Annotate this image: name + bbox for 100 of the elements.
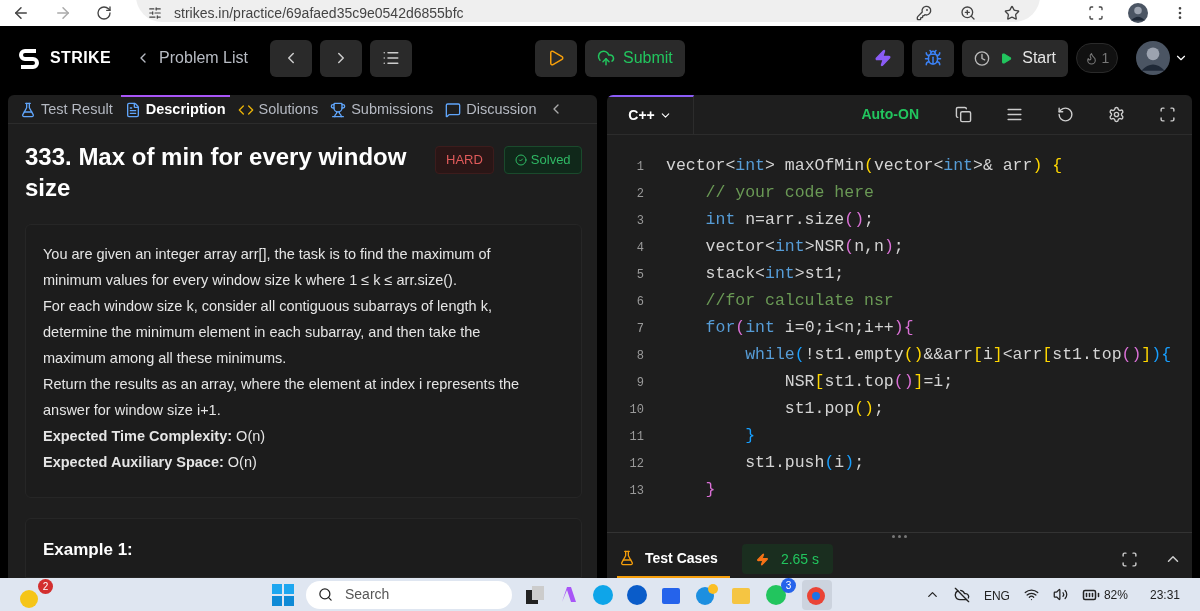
start-icon[interactable] [272, 583, 294, 606]
description-text: Return the results as an array, where the element at index i represents the answer for window size i+1. [43, 375, 521, 420]
chrome-icon[interactable] [802, 579, 832, 610]
complexity-value: O(n) [227, 453, 257, 472]
site-settings-icon [148, 6, 162, 20]
search-icon [318, 587, 333, 602]
difficulty-tag: HARD [435, 146, 494, 174]
tab-icon [124, 102, 141, 118]
line-number: 8 [635, 347, 645, 365]
description-text: You are given an integer array arr[], the task is to find the maximum of minimum values for every window size k where 1 ≤ k ≤ arr.size(). [43, 245, 492, 290]
flask-icon [619, 550, 635, 566]
task-view-icon[interactable] [524, 583, 546, 606]
copy-icon[interactable] [955, 106, 972, 123]
logo-icon [18, 47, 40, 69]
flame-icon [1084, 51, 1098, 65]
problem-title: 333. Max of min for every window size [25, 142, 408, 203]
code-line: stack<int>st1; [704, 263, 845, 286]
ai-button[interactable] [862, 39, 904, 77]
settings-icon[interactable] [1108, 106, 1125, 123]
lightning-icon [874, 49, 892, 67]
volume-icon [1052, 587, 1068, 602]
bug-icon [924, 49, 942, 67]
runtime-badge: 2.65 s [741, 544, 834, 574]
back-icon[interactable] [12, 4, 30, 22]
list-button[interactable] [370, 39, 412, 77]
complexity-label: Expected Time Complexity: [43, 427, 233, 446]
solved-tag: Solved [503, 146, 582, 174]
code-line: NSR[st1.top()]=i; [783, 371, 954, 394]
line-number: 1 [635, 158, 645, 176]
problem-list-link[interactable]: Problem List [135, 46, 248, 70]
autocomplete-toggle[interactable]: Auto-ON [861, 104, 919, 125]
reset-icon[interactable] [1057, 106, 1074, 123]
complexity-label: Expected Auxiliary Space: [43, 453, 224, 472]
battery-level: 82% [1103, 586, 1128, 604]
code-line: // your code here [704, 182, 874, 205]
code-line: } [704, 479, 716, 502]
language-select[interactable]: C++ [607, 95, 694, 134]
play-icon [547, 49, 565, 67]
line-number: 12 [628, 455, 645, 473]
line-number: 13 [628, 482, 645, 500]
code-line: vector<int>NSR(n,n); [704, 236, 904, 259]
expand-icon[interactable] [1121, 550, 1138, 568]
language-indicator: ENG [983, 587, 1010, 602]
star-icon [1004, 5, 1020, 21]
code-line: vector<int> maxOfMin(vector<int>& arr) { [666, 155, 1063, 178]
line-number: 2 [635, 185, 645, 203]
submit-button[interactable]: Submit [585, 39, 685, 77]
panel-tab[interactable]: Submissions [326, 95, 438, 123]
reload-icon[interactable] [96, 5, 112, 21]
description-text: For each window size k, consider all contiguous subarrays of length k, determine the minimum element in each subarray, and then take the maximum among all these minimums. [43, 297, 493, 368]
run-button[interactable] [535, 39, 577, 77]
clock-time: 23:31 [1149, 586, 1180, 604]
panel-tab[interactable]: Description [120, 95, 230, 123]
key-icon [916, 5, 932, 21]
clock-icon [974, 49, 990, 67]
wifi-icon [1023, 587, 1039, 602]
logo-text: STRIKE [50, 48, 112, 68]
line-number: 3 [635, 212, 645, 230]
line-number: 11 [628, 428, 645, 446]
upload-icon [597, 49, 615, 67]
check-icon [514, 153, 527, 166]
code-line: //for calculate nsr [704, 290, 894, 313]
line-number: 4 [635, 239, 645, 257]
code-line: } [744, 425, 756, 448]
tab-icon [20, 102, 36, 118]
code-line: while(!st1.empty()&&arr[i]<arr[st1.top()]){ [744, 344, 1172, 367]
line-number: 5 [635, 266, 645, 284]
lens-icon[interactable] [1088, 5, 1104, 21]
address-bar[interactable]: strikes.in/practice/69afaed35c9e0542d6855bfc [136, 0, 1040, 22]
panel-tab[interactable]: Solutions [233, 95, 323, 123]
code-line: st1.pop(); [783, 398, 884, 421]
list-icon [382, 49, 400, 67]
code-line: st1.push(i); [744, 452, 865, 475]
complexity-value: O(n) [236, 427, 266, 446]
line-number: 6 [635, 293, 645, 311]
code-line: int n=arr.size(); [704, 209, 874, 232]
search-box[interactable]: Search [306, 580, 512, 609]
streak-badge: 1 [1076, 43, 1118, 73]
panel-tab[interactable]: Discussion [441, 95, 541, 123]
play-icon [1000, 51, 1013, 65]
line-number: 9 [635, 374, 645, 392]
line-number: 7 [635, 320, 645, 338]
panel-tab[interactable]: Test Result [16, 95, 117, 123]
format-icon[interactable] [1006, 106, 1023, 123]
debug-button[interactable] [912, 39, 954, 77]
hp-icon[interactable] [626, 583, 648, 606]
timer-button[interactable]: Start [962, 39, 1068, 77]
cloud-off-icon[interactable] [953, 586, 970, 603]
lightning-icon [755, 552, 769, 566]
tab-icon [445, 102, 462, 118]
tab-icon [237, 102, 254, 118]
zoom-icon [960, 5, 976, 21]
url-text: strikes.in/practice/69afaed35c9e0542d6855bfc [174, 3, 464, 23]
code-line: for(int i=0;i<n;i++){ [704, 317, 914, 340]
fullscreen-icon[interactable] [1159, 106, 1176, 123]
help-icon[interactable] [694, 583, 718, 606]
notification-badge: 2 [38, 578, 53, 594]
avatar-icon[interactable] [1128, 3, 1148, 23]
line-number: 10 [628, 401, 645, 419]
avatar-icon[interactable] [1136, 41, 1170, 75]
